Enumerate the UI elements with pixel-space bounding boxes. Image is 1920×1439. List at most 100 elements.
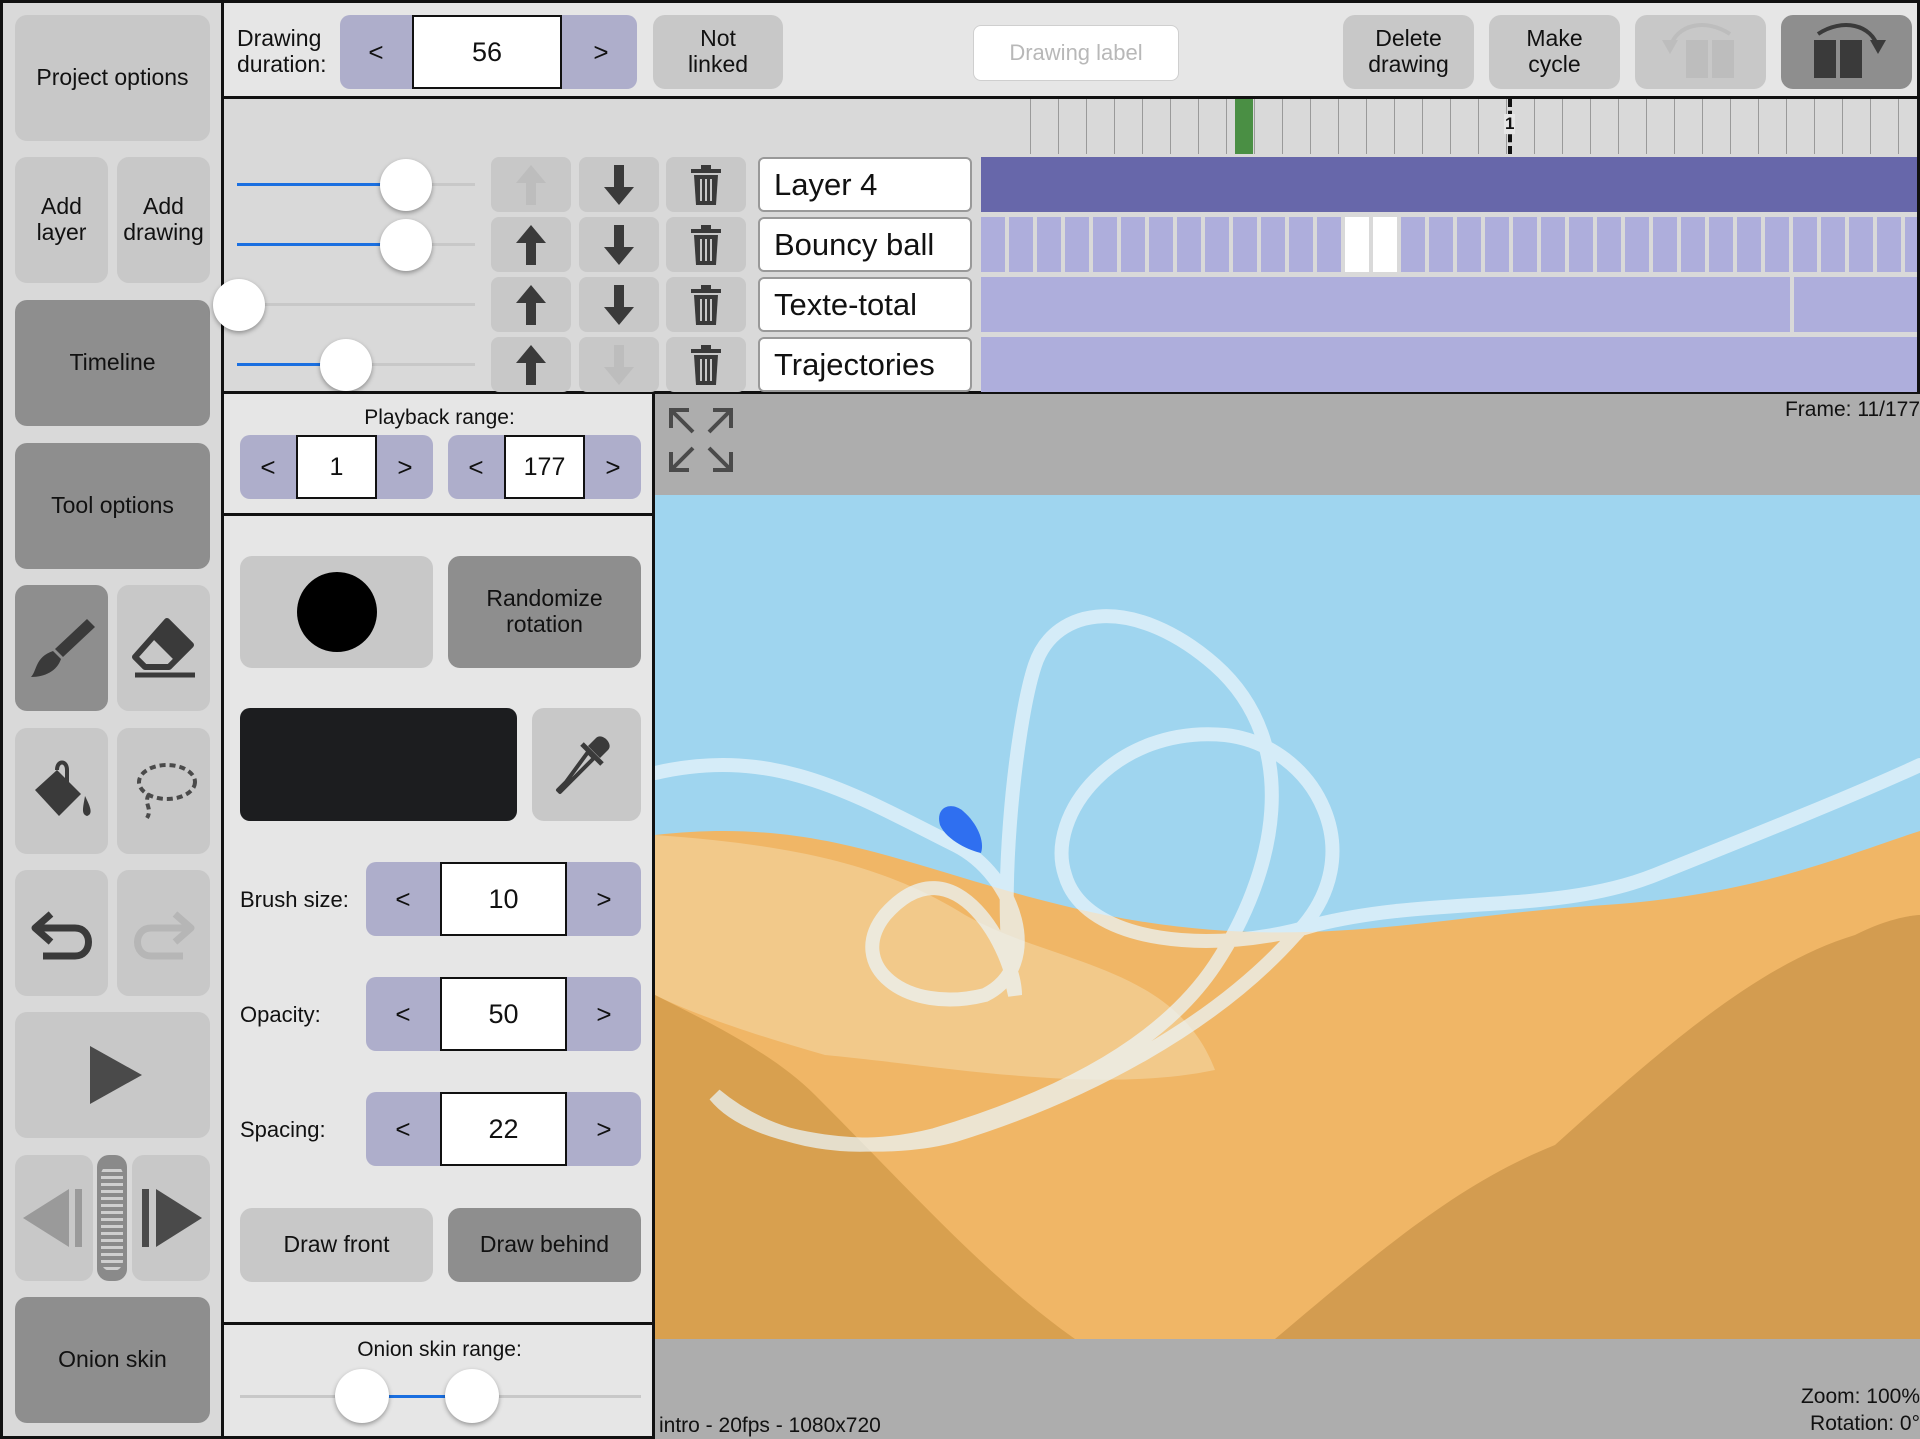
drawing-duration-value[interactable]: 56: [412, 15, 562, 89]
fullscreen-icon[interactable]: [667, 406, 735, 474]
rotate-cycle-forward-button[interactable]: [1781, 15, 1912, 89]
brush-size-increment[interactable]: >: [567, 862, 641, 936]
layer-frame-block[interactable]: [1065, 217, 1089, 272]
make-cycle-button[interactable]: Make cycle: [1489, 15, 1620, 89]
drawing-label-input[interactable]: Drawing label: [973, 25, 1179, 81]
layer-move-down-button[interactable]: [579, 157, 659, 212]
layer-name[interactable]: Trajectories: [758, 337, 972, 392]
layer-name[interactable]: Layer 4: [758, 157, 972, 212]
brush-tool-button[interactable]: [15, 585, 108, 711]
opacity-decrement[interactable]: <: [366, 977, 440, 1051]
project-options-button[interactable]: Project options: [15, 15, 210, 141]
drawing-duration-decrement[interactable]: <: [340, 15, 412, 89]
opacity-value[interactable]: 50: [440, 977, 567, 1051]
not-linked-button[interactable]: Not linked: [653, 15, 783, 89]
layer-frame-block[interactable]: [1877, 217, 1901, 272]
layer-move-up-button[interactable]: [491, 157, 571, 212]
layer-frame-block[interactable]: [1765, 217, 1789, 272]
drawing-duration-increment[interactable]: >: [565, 15, 637, 89]
opacity-increment[interactable]: >: [567, 977, 641, 1051]
layer-delete-button[interactable]: [666, 217, 746, 272]
layer-frame-block[interactable]: [1149, 217, 1173, 272]
layer-timeline-track[interactable]: [981, 277, 1917, 332]
fill-tool-button[interactable]: [15, 728, 108, 854]
eyedropper-button[interactable]: [532, 708, 641, 821]
layer-opacity-track[interactable]: [237, 303, 475, 306]
spacing-decrement[interactable]: <: [366, 1092, 440, 1166]
playback-end-value[interactable]: 177: [504, 435, 585, 499]
brush-size-value[interactable]: 10: [440, 862, 567, 936]
eraser-tool-button[interactable]: [117, 585, 210, 711]
layer-frame-block[interactable]: [1177, 217, 1201, 272]
playback-end-increment[interactable]: >: [585, 435, 641, 499]
timeline-button[interactable]: Timeline: [15, 300, 210, 426]
layer-opacity-handle[interactable]: [380, 159, 432, 211]
layer-timeline-track[interactable]: [981, 337, 1917, 392]
playback-start-decrement[interactable]: <: [240, 435, 296, 499]
layer-frame-block[interactable]: [1401, 217, 1425, 272]
layer-move-up-button[interactable]: [491, 337, 571, 392]
layer-opacity-handle[interactable]: [380, 219, 432, 271]
layer-move-up-button[interactable]: [491, 277, 571, 332]
rotate-cycle-backward-button[interactable]: [1635, 15, 1766, 89]
layer-frame-block[interactable]: [1905, 217, 1917, 272]
randomize-rotation-button[interactable]: Randomize rotation: [448, 556, 641, 668]
layer-frame-block[interactable]: [1317, 217, 1341, 272]
playback-end-decrement[interactable]: <: [448, 435, 504, 499]
layer-frame-block[interactable]: [1569, 217, 1593, 272]
tool-options-button[interactable]: Tool options: [15, 443, 210, 569]
layer-frame-block[interactable]: [1541, 217, 1565, 272]
layer-frame-block[interactable]: [1709, 217, 1733, 272]
layer-frame-block[interactable]: [981, 157, 1917, 212]
layer-frame-block[interactable]: [1289, 217, 1313, 272]
layer-delete-button[interactable]: [666, 337, 746, 392]
layer-timeline-track[interactable]: [981, 217, 1917, 272]
add-drawing-button[interactable]: Add drawing: [117, 157, 210, 283]
layer-opacity-handle[interactable]: [213, 279, 265, 331]
layer-frame-block[interactable]: [1597, 217, 1621, 272]
lasso-tool-button[interactable]: [117, 728, 210, 854]
layer-frame-block[interactable]: [981, 337, 1917, 392]
layer-frame-block[interactable]: [1794, 277, 1917, 332]
previous-frame-button[interactable]: [15, 1155, 93, 1281]
draw-behind-button[interactable]: Draw behind: [448, 1208, 641, 1282]
layer-frame-block[interactable]: [1373, 217, 1397, 272]
layer-frame-block[interactable]: [1681, 217, 1705, 272]
add-layer-button[interactable]: Add layer: [15, 157, 108, 283]
onion-skin-button[interactable]: Onion skin: [15, 1297, 210, 1423]
layer-frame-block[interactable]: [1653, 217, 1677, 272]
layer-frame-block[interactable]: [1261, 217, 1285, 272]
layer-frame-block[interactable]: [1513, 217, 1537, 272]
current-frame-indicator[interactable]: [1235, 99, 1253, 154]
brush-color-swatch[interactable]: [240, 708, 517, 821]
layer-delete-button[interactable]: [666, 157, 746, 212]
layer-frame-block[interactable]: [1093, 217, 1117, 272]
layer-frame-block[interactable]: [981, 277, 1790, 332]
spacing-value[interactable]: 22: [440, 1092, 567, 1166]
layer-frame-block[interactable]: [981, 217, 1005, 272]
layer-frame-block[interactable]: [1485, 217, 1509, 272]
layer-frame-block[interactable]: [1849, 217, 1873, 272]
layer-name[interactable]: Texte-total: [758, 277, 972, 332]
redo-button[interactable]: [117, 870, 210, 996]
playback-start-value[interactable]: 1: [296, 435, 377, 499]
layer-frame-block[interactable]: [1121, 217, 1145, 272]
layer-name[interactable]: Bouncy ball: [758, 217, 972, 272]
brush-shape-button[interactable]: [240, 556, 433, 668]
layer-frame-block[interactable]: [1233, 217, 1257, 272]
play-button[interactable]: [15, 1012, 210, 1138]
frame-ruler[interactable]: [1003, 99, 1917, 154]
layer-frame-block[interactable]: [1205, 217, 1229, 272]
canvas-viewport[interactable]: Frame: 11/177 intro - 20fps - 1080x720 Z…: [655, 394, 1920, 1439]
layer-frame-block[interactable]: [1009, 217, 1033, 272]
layer-frame-block[interactable]: [1821, 217, 1845, 272]
layer-frame-block[interactable]: [1625, 217, 1649, 272]
next-frame-button[interactable]: [132, 1155, 210, 1281]
playback-start-increment[interactable]: >: [377, 435, 433, 499]
layer-timeline-track[interactable]: [981, 157, 1917, 212]
drawing-canvas[interactable]: [655, 495, 1920, 1339]
onion-skin-range-start-handle[interactable]: [335, 1369, 389, 1423]
layer-frame-block[interactable]: [1457, 217, 1481, 272]
brush-size-decrement[interactable]: <: [366, 862, 440, 936]
layer-move-down-button[interactable]: [579, 217, 659, 272]
